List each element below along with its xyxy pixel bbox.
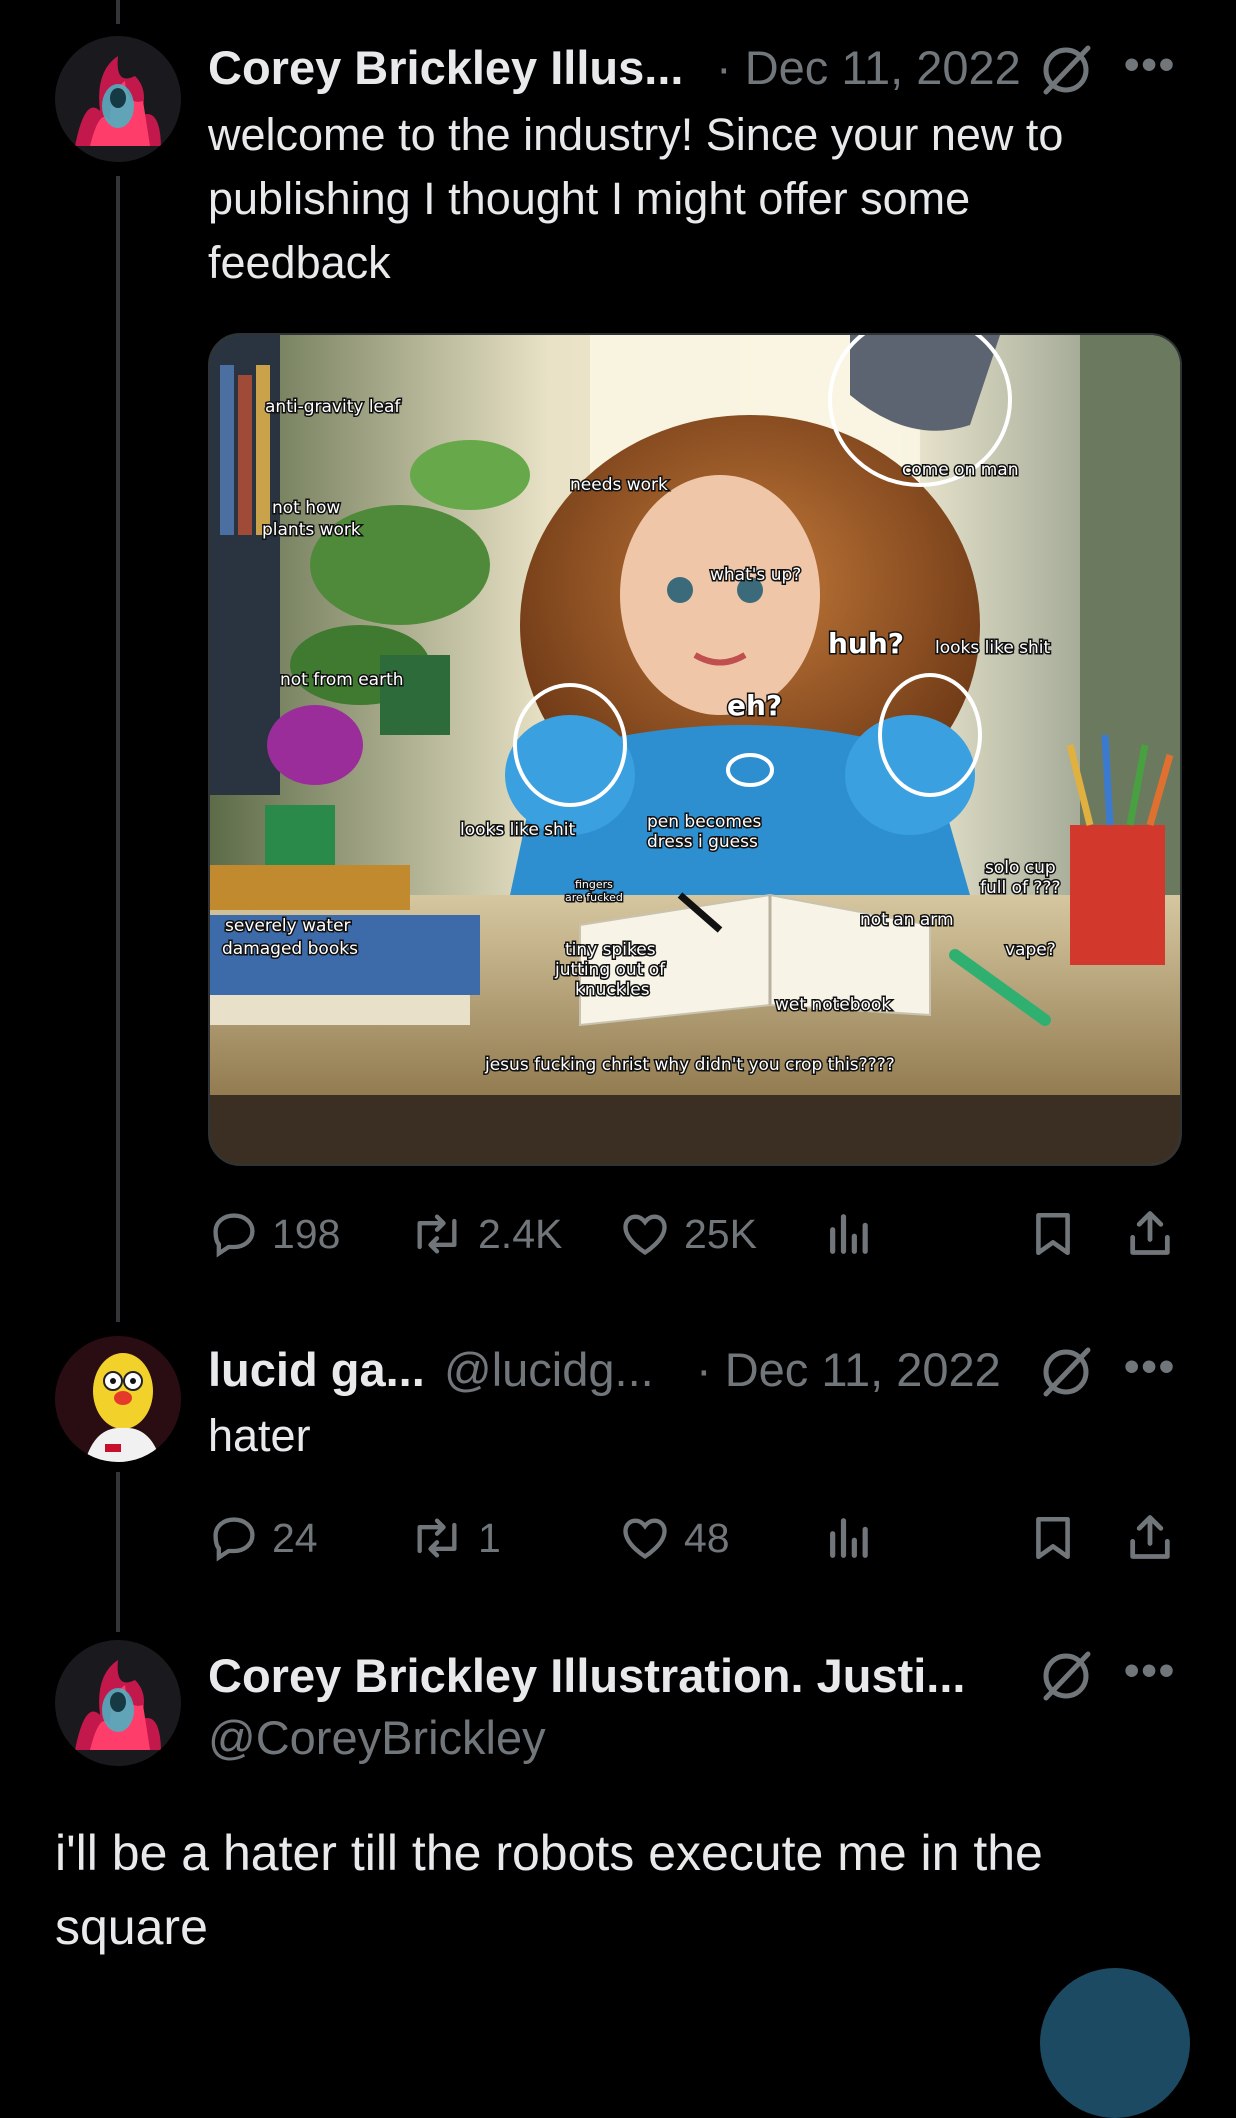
annotation: looks like shit — [935, 638, 1051, 658]
tweet-text-line: welcome to the industry! Since your new … — [208, 109, 1064, 160]
avatar[interactable] — [55, 36, 181, 162]
avatar[interactable] — [55, 1640, 181, 1766]
bookmark-icon — [1036, 1516, 1070, 1560]
tweet-text: welcome to the industry! Since your new … — [208, 103, 1208, 295]
muted-icon — [1038, 1648, 1094, 1709]
annotation: damaged books — [222, 939, 358, 959]
annotation: jesus fucking christ why didn't you crop… — [484, 1055, 895, 1075]
muted-icon — [1038, 42, 1094, 103]
reply-icon — [213, 1213, 255, 1258]
annotation: plants work — [262, 520, 361, 540]
share-icon — [1130, 1515, 1170, 1559]
annotation: looks like shit — [460, 820, 576, 840]
annotation: fingers — [575, 878, 613, 891]
more-icon[interactable]: ••• — [1124, 1646, 1176, 1696]
more-icon[interactable]: ••• — [1124, 1342, 1176, 1392]
annotation: full of ??? — [980, 878, 1060, 898]
share-button[interactable] — [1124, 1510, 1176, 1564]
annotation: knuckles — [575, 980, 650, 1000]
more-icon[interactable]: ••• — [1124, 40, 1176, 90]
muted-icon — [1038, 1344, 1094, 1405]
like-button[interactable]: 25K — [618, 1208, 757, 1260]
reply-count: 24 — [272, 1514, 318, 1561]
annotation: jutting out of — [554, 960, 666, 980]
tweet-date[interactable]: · Dec 11, 2022 — [696, 1342, 1001, 1397]
like-count: 48 — [684, 1514, 730, 1561]
annotation: not how — [272, 498, 340, 518]
annotation: needs work — [570, 475, 668, 495]
author-handle[interactable]: @lucidg... — [444, 1342, 654, 1397]
author-name[interactable]: Corey Brickley Illus... — [208, 40, 683, 95]
reply-icon — [213, 1517, 255, 1562]
bookmark-button[interactable] — [1028, 1208, 1078, 1260]
author-name[interactable]: Corey Brickley Illustration. Justi... — [208, 1648, 965, 1703]
annotation: huh? — [828, 627, 904, 660]
like-button[interactable]: 48 — [618, 1512, 730, 1564]
views-button[interactable] — [826, 1512, 874, 1564]
annotation: vape? — [1005, 940, 1056, 960]
annotation: not an arm — [860, 910, 954, 930]
annotation: what's up? — [710, 565, 801, 585]
heart-icon — [623, 1214, 667, 1255]
annotation: tiny spikes — [565, 940, 656, 960]
repost-button[interactable]: 2.4K — [408, 1208, 562, 1260]
reply-button[interactable]: 24 — [208, 1512, 318, 1564]
annotation: come on man — [902, 460, 1019, 480]
tweet-text: hater — [208, 1410, 311, 1461]
annotation: eh? — [727, 689, 782, 722]
thread-line — [116, 1472, 120, 1632]
annotation: wet notebook — [775, 995, 891, 1015]
author-name[interactable]: lucid ga... — [208, 1342, 425, 1397]
annotation: anti-gravity leaf — [265, 397, 401, 417]
annotation: not from earth — [280, 670, 404, 690]
compose-button[interactable] — [1040, 1968, 1190, 2118]
tweet-image[interactable]: anti-gravity leaf not how plants work ne… — [208, 333, 1182, 1166]
annotation: are fucked — [565, 891, 623, 904]
tweet-text-line: square — [55, 1899, 208, 1955]
repost-icon — [417, 1214, 457, 1254]
reply-count: 198 — [272, 1210, 341, 1257]
views-button[interactable] — [826, 1208, 874, 1260]
tweet-text: i'll be a hater till the robots execute … — [55, 1816, 1215, 1964]
author-handle[interactable]: @CoreyBrickley — [208, 1710, 546, 1765]
annotation: severely water — [225, 916, 351, 936]
reply-button[interactable]: 198 — [208, 1208, 340, 1260]
tweet-text-line: publishing I thought I might offer some — [208, 173, 971, 224]
like-count: 25K — [684, 1210, 757, 1257]
views-icon — [830, 1518, 868, 1558]
bookmark-icon — [1036, 1212, 1070, 1256]
heart-icon — [623, 1518, 667, 1559]
repost-count: 1 — [478, 1514, 501, 1561]
views-icon — [830, 1214, 868, 1254]
annotation: dress i guess — [647, 832, 758, 852]
tweet-text-line: feedback — [208, 237, 391, 288]
avatar[interactable] — [55, 1336, 181, 1462]
annotation: solo cup — [985, 858, 1056, 878]
thread-line — [116, 0, 120, 24]
repost-icon — [417, 1518, 457, 1558]
share-button[interactable] — [1124, 1206, 1176, 1260]
thread-line — [116, 176, 120, 1322]
share-icon — [1130, 1211, 1170, 1255]
tweet-text-line: i'll be a hater till the robots execute … — [55, 1825, 1043, 1881]
repost-button[interactable]: 1 — [408, 1512, 501, 1564]
repost-count: 2.4K — [478, 1210, 563, 1257]
tweet-date[interactable]: · Dec 11, 2022 — [716, 40, 1021, 95]
annotation: pen becomes — [647, 812, 761, 832]
bookmark-button[interactable] — [1028, 1512, 1078, 1564]
